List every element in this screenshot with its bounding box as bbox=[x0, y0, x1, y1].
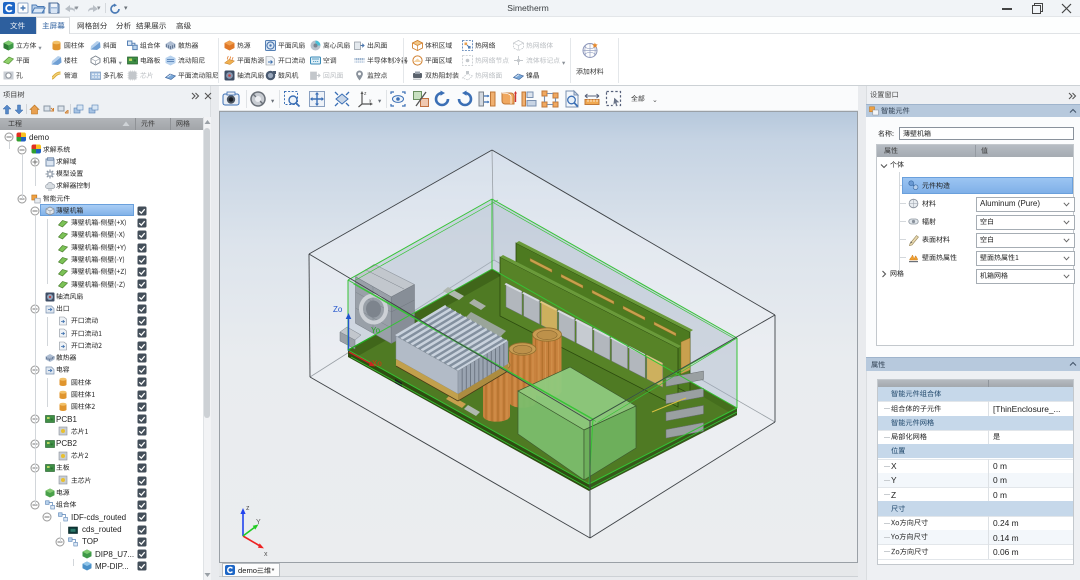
svg-text:z: z bbox=[364, 91, 367, 97]
svg-text:x: x bbox=[264, 551, 268, 558]
svg-text:Y: Y bbox=[256, 519, 261, 526]
svg-text:z: z bbox=[246, 505, 250, 512]
